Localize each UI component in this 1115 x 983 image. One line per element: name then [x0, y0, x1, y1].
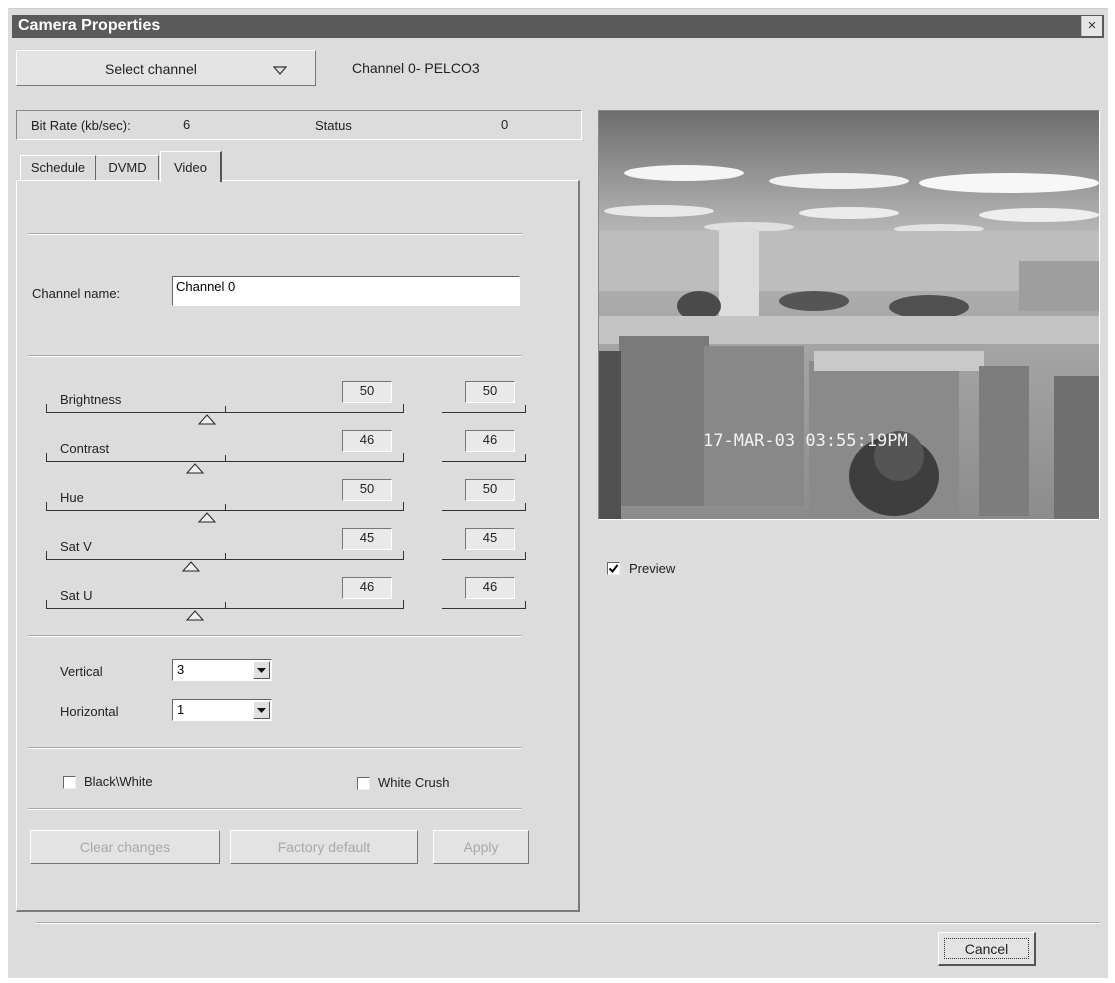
select-channel-label: Select channel [105, 61, 197, 77]
slider-value-box[interactable]: 50 [342, 479, 392, 501]
select-channel-button[interactable]: Select channel [16, 50, 316, 86]
status-value: 0 [501, 117, 509, 132]
title-bar[interactable]: Camera Properties × [12, 15, 1104, 38]
slider-default-track [442, 503, 526, 511]
slider-value-box[interactable]: 46 [342, 577, 392, 599]
dropdown-arrow-icon[interactable] [253, 701, 270, 719]
triangle-down-icon [272, 63, 288, 81]
vertical-value: 3 [177, 662, 185, 677]
divider [28, 808, 522, 810]
cancel-button[interactable]: Cancel [938, 932, 1036, 966]
divider [28, 355, 522, 357]
white-crush-label: White Crush [378, 775, 450, 790]
channel-name-label: Channel name: [32, 286, 121, 301]
tab-video[interactable]: Video [160, 151, 222, 182]
preview-label: Preview [629, 561, 676, 576]
slider-default-box: 45 [465, 528, 515, 550]
slider-center-tick [225, 455, 226, 462]
slider-default-box: 50 [465, 381, 515, 403]
dropdown-arrow-icon[interactable] [253, 661, 270, 679]
slider-default-track [442, 552, 526, 560]
slider-center-tick [225, 504, 226, 511]
slider-default-box: 50 [465, 479, 515, 501]
factory-default-button[interactable]: Factory default [230, 830, 418, 864]
checkmark-icon [608, 564, 619, 574]
divider [28, 747, 522, 749]
bitrate-label: Bit Rate (kb/sec): [31, 118, 131, 133]
clear-changes-button[interactable]: Clear changes [30, 830, 220, 864]
window-title: Camera Properties [18, 17, 161, 34]
close-icon[interactable]: × [1081, 16, 1102, 36]
horizontal-select[interactable]: 1 [172, 699, 272, 721]
bitrate-value: 6 [183, 117, 191, 132]
tab-dvmd[interactable]: DVMD [97, 155, 159, 181]
vertical-select[interactable]: 3 [172, 659, 272, 681]
cancel-button-label: Cancel [944, 938, 1029, 959]
divider [28, 635, 522, 637]
office-camera-image: 17-MAR-03 03:55:19PM [599, 111, 1099, 519]
status-bar: Bit Rate (kb/sec): 6 Status 0 [16, 110, 582, 140]
status-label: Status [315, 118, 352, 133]
horizontal-label: Horizontal [60, 704, 119, 719]
slider-value-box[interactable]: 45 [342, 528, 392, 550]
slider-center-tick [225, 553, 226, 560]
slider-value-box[interactable]: 46 [342, 430, 392, 452]
slider-value-box[interactable]: 50 [342, 381, 392, 403]
slider-default-track [442, 405, 526, 413]
slider-default-box: 46 [465, 577, 515, 599]
divider [36, 922, 1100, 924]
slider-center-tick [225, 406, 226, 413]
white-crush-checkbox[interactable] [357, 777, 370, 790]
video-preview: 17-MAR-03 03:55:19PM [598, 110, 1100, 520]
vertical-label: Vertical [60, 664, 103, 679]
preview-checkbox[interactable] [607, 562, 620, 575]
slider-default-box: 46 [465, 430, 515, 452]
divider [28, 233, 522, 235]
channel-info: Channel 0- PELCO3 [352, 60, 480, 76]
slider-center-tick [225, 602, 226, 609]
tab-schedule[interactable]: Schedule [20, 155, 96, 181]
apply-button[interactable]: Apply [433, 830, 529, 864]
horizontal-value: 1 [177, 702, 185, 717]
channel-name-input[interactable] [172, 276, 520, 306]
preview-timestamp: 17-MAR-03 03:55:19PM [703, 431, 908, 451]
black-white-checkbox[interactable] [63, 776, 76, 789]
slider-default-track [442, 454, 526, 462]
slider-default-track [442, 601, 526, 609]
black-white-label: Black\White [84, 774, 153, 789]
